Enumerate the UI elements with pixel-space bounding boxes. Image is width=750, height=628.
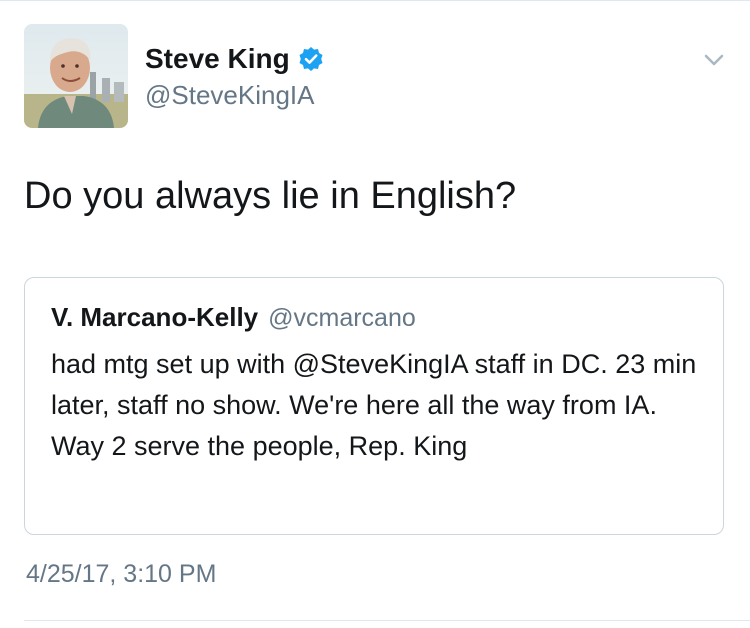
quoted-tweet-card[interactable]: V. Marcano-Kelly @vcmarcano had mtg set …	[24, 277, 724, 535]
quoted-tweet-header: V. Marcano-Kelly @vcmarcano	[51, 302, 416, 333]
verified-badge-icon	[298, 46, 324, 72]
author-handle[interactable]: @SteveKingIA	[145, 80, 314, 111]
top-divider	[0, 0, 750, 1]
tweet-text: Do you always lie in English?	[24, 175, 517, 217]
quoted-author-handle: @vcmarcano	[268, 304, 416, 332]
avatar[interactable]	[24, 24, 128, 128]
quoted-tweet-text: had mtg set up with @SteveKingIA staff i…	[51, 349, 697, 461]
author-display-name[interactable]: Steve King	[145, 43, 290, 75]
author-name-row: Steve King	[145, 42, 324, 76]
tweet-timestamp[interactable]: 4/25/17, 3:10 PM	[26, 560, 216, 589]
bottom-divider	[24, 620, 750, 621]
chevron-down-icon[interactable]	[700, 48, 728, 72]
quoted-author-name: V. Marcano-Kelly	[51, 302, 259, 332]
avatar-photo	[24, 24, 128, 128]
